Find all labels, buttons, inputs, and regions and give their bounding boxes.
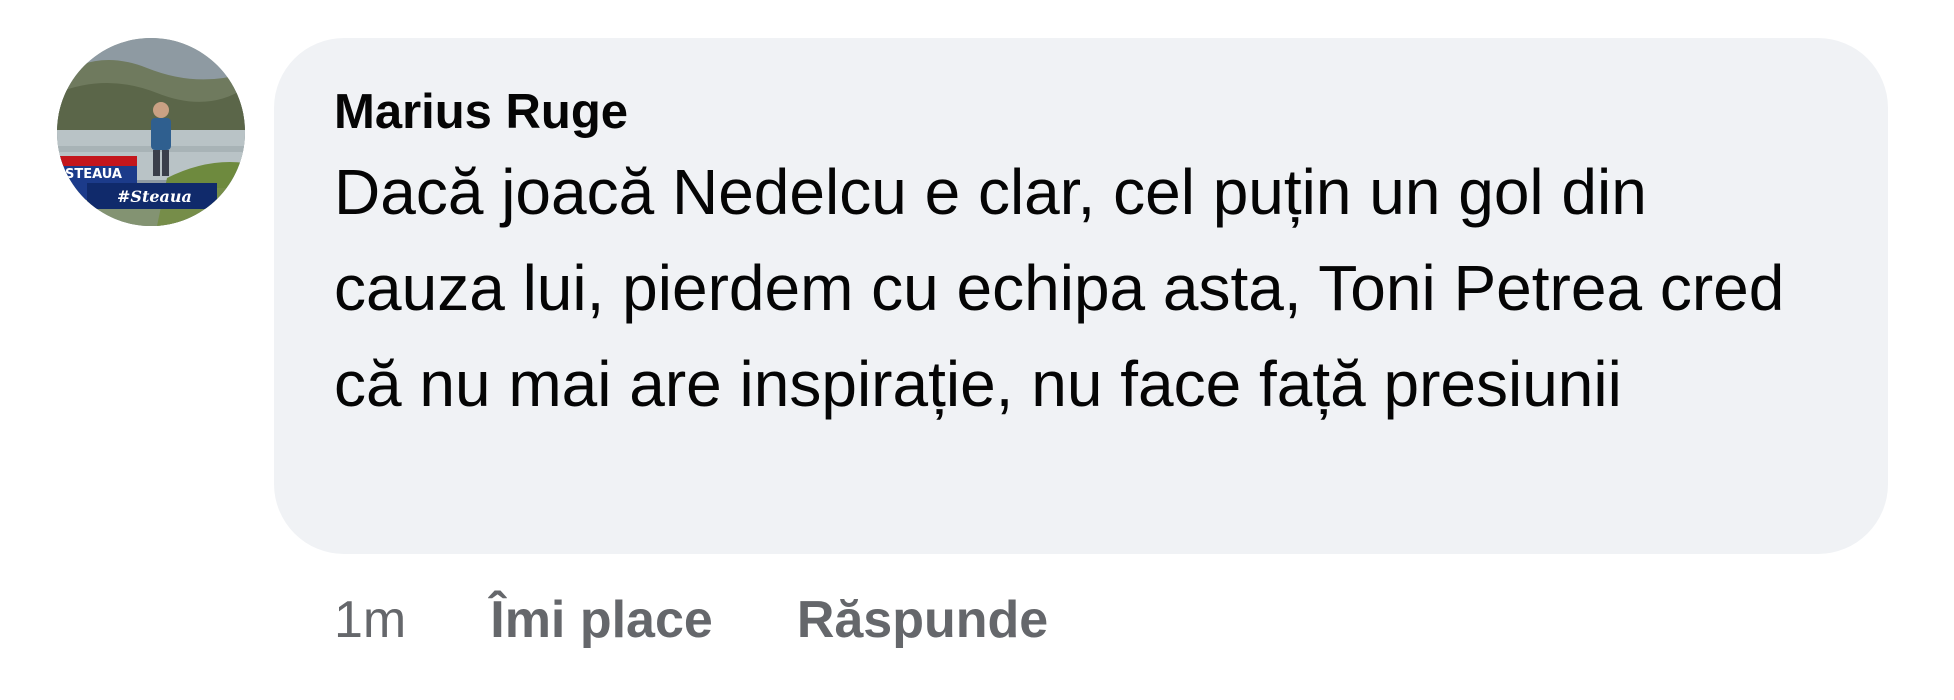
- comment-bubble: Marius Ruge Dacă joacă Nedelcu e clar, c…: [274, 38, 1888, 554]
- comment-timestamp[interactable]: 1m: [334, 590, 406, 650]
- avatar-photo: STEAUA #Steaua: [57, 38, 245, 226]
- svg-text:STEAUA: STEAUA: [65, 167, 122, 182]
- comment-actions: 1m Îmi place Răspunde: [334, 580, 1132, 660]
- comment-author-name[interactable]: Marius Ruge: [334, 82, 1828, 142]
- author-avatar[interactable]: STEAUA #Steaua: [57, 38, 245, 226]
- svg-text:#Steaua: #Steaua: [117, 187, 192, 206]
- like-button[interactable]: Îmi place: [490, 590, 713, 650]
- reply-button[interactable]: Răspunde: [797, 590, 1048, 650]
- comment-text: Dacă joacă Nedelcu e clar, cel puțin un …: [334, 156, 1785, 420]
